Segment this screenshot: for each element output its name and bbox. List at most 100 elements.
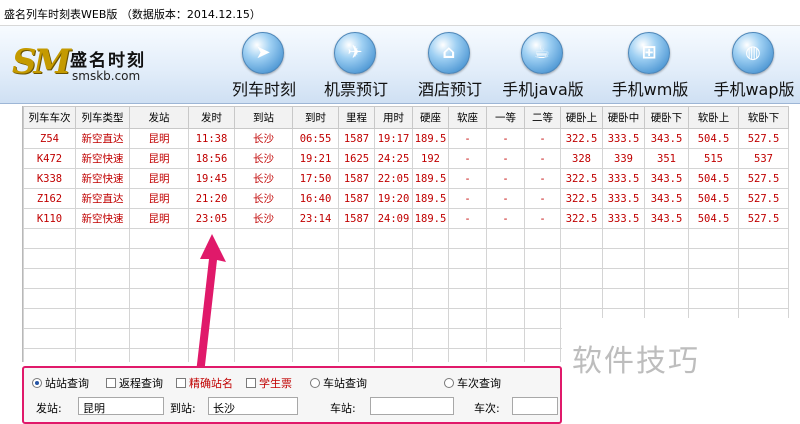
table-cell: 24:25 — [374, 148, 413, 169]
java-icon-glyph: ☕ — [533, 42, 551, 63]
empty-cell — [338, 268, 375, 289]
table-cell: 504.5 — [688, 168, 739, 189]
empty-cell — [338, 308, 375, 329]
column-header[interactable]: 硬座 — [412, 106, 449, 129]
column-header[interactable]: 到时 — [292, 106, 339, 129]
empty-cell — [374, 228, 413, 249]
table-row[interactable]: Z162 新空直达 昆明 21:20 长沙 16:40 1587 19:20 189.5- - -3… — [23, 188, 789, 209]
train-lookup-radio[interactable]: 车次查询 — [444, 375, 501, 391]
nav-item-5[interactable]: ◍ 手机wap版 — [708, 28, 800, 102]
empty-cell — [292, 228, 339, 249]
to-station-input[interactable]: 长沙 — [208, 397, 298, 415]
empty-cell — [486, 248, 525, 269]
hotel-icon: ⌂ — [428, 32, 470, 74]
table-row[interactable]: K472 新空快速 昆明 18:56 长沙 19:21 1625 24:25 192- - -328… — [23, 148, 789, 169]
empty-cell — [412, 288, 449, 309]
table-cell: 19:45 — [188, 168, 235, 189]
column-header[interactable]: 二等 — [524, 106, 561, 129]
table-cell: 23:14 — [292, 208, 339, 229]
empty-cell — [23, 268, 76, 289]
table-cell: 322.5 — [560, 168, 603, 189]
table-cell: 昆明 — [129, 168, 189, 189]
table-cell: 322.5 — [560, 188, 603, 209]
table-cell: 1587 — [338, 188, 375, 209]
annotation-arrow-icon — [196, 234, 226, 374]
table-header-row: 列车车次 列车类型 发站 发时 到站 到时 里程 用时 硬座 软座 一等 二等 硬卧上 硬卧中 硬卧下 软卧上… — [23, 106, 789, 129]
student-ticket-checkbox[interactable]: 学生票 — [246, 375, 292, 391]
station-lookup-label: 车站查询 — [323, 377, 367, 390]
empty-cell — [560, 268, 603, 289]
from-station-input[interactable]: 昆明 — [78, 397, 164, 415]
table-cell: - — [486, 208, 525, 229]
column-header[interactable]: 硬卧上 — [560, 106, 603, 129]
station-lookup-radio[interactable]: 车站查询 — [310, 375, 367, 391]
empty-row — [23, 288, 789, 309]
nav-item-4[interactable]: ⊞ 手机wm版 — [604, 28, 696, 102]
table-cell: 16:40 — [292, 188, 339, 209]
column-header[interactable]: 列车车次 — [23, 106, 76, 129]
globe-icon: ◍ — [732, 32, 774, 74]
column-header[interactable]: 硬卧中 — [602, 106, 645, 129]
table-cell: 新空直达 — [75, 128, 130, 149]
empty-cell — [75, 268, 130, 289]
table-row[interactable]: K338 新空快速 昆明 19:45 长沙 17:50 1587 22:05 189.5- - -3… — [23, 168, 789, 189]
nav-item-3[interactable]: ☕ 手机java版 — [497, 28, 589, 102]
column-header[interactable]: 软卧上 — [688, 106, 739, 129]
empty-cell — [688, 228, 739, 249]
column-header[interactable]: 软座 — [448, 106, 487, 129]
empty-cell — [129, 348, 189, 362]
empty-cell — [129, 308, 189, 329]
table-row[interactable]: Z54 新空直达 昆明 11:38 长沙 06:55 1587 19:17 189.5- - -32… — [23, 128, 789, 149]
empty-cell — [374, 308, 413, 329]
empty-cell — [524, 308, 561, 329]
exact-name-checkbox[interactable]: 精确站名 — [176, 375, 233, 391]
column-header[interactable]: 发时 — [188, 106, 235, 129]
table-cell: 328 — [560, 148, 603, 169]
column-header[interactable]: 用时 — [374, 106, 413, 129]
empty-cell — [292, 268, 339, 289]
table-cell: - — [486, 188, 525, 209]
radio-icon — [310, 378, 320, 388]
station-query-radio[interactable]: 站站查询 — [32, 375, 89, 391]
nav-item-1[interactable]: ✈ 机票预订 — [310, 28, 402, 102]
empty-cell — [524, 348, 561, 362]
table-cell: 长沙 — [234, 128, 293, 149]
table-cell: - — [448, 208, 487, 229]
table-cell: 长沙 — [234, 208, 293, 229]
table-cell: 515 — [688, 148, 739, 169]
empty-cell — [338, 248, 375, 269]
empty-cell — [486, 348, 525, 362]
empty-cell — [602, 288, 645, 309]
empty-cell — [412, 268, 449, 289]
radio-selected-icon — [32, 378, 42, 388]
table-cell: - — [524, 188, 561, 209]
column-header[interactable]: 一等 — [486, 106, 525, 129]
empty-cell — [338, 228, 375, 249]
column-header[interactable]: 软卧下 — [738, 106, 789, 129]
return-query-checkbox[interactable]: 返程查询 — [106, 375, 163, 391]
logo-name: 盛名时刻 — [70, 51, 146, 71]
empty-cell — [448, 288, 487, 309]
empty-cell — [292, 348, 339, 362]
table-row[interactable]: K110 新空快速 昆明 23:05 长沙 23:14 1587 24:09 189.5- - -3… — [23, 208, 789, 229]
column-header[interactable]: 列车类型 — [75, 106, 130, 129]
table-cell: 昆明 — [129, 148, 189, 169]
column-header[interactable]: 到站 — [234, 106, 293, 129]
table-cell: 23:05 — [188, 208, 235, 229]
column-header[interactable]: 发站 — [129, 106, 189, 129]
empty-cell — [738, 248, 789, 269]
nav-item-2[interactable]: ⌂ 酒店预订 — [404, 28, 496, 102]
empty-cell — [374, 268, 413, 289]
empty-cell — [412, 228, 449, 249]
empty-row — [23, 248, 789, 269]
train-input[interactable] — [512, 397, 558, 415]
column-header[interactable]: 里程 — [338, 106, 375, 129]
empty-cell — [738, 268, 789, 289]
station-input[interactable] — [370, 397, 454, 415]
nav-item-0[interactable]: ➤ 列车时刻 — [218, 28, 310, 102]
empty-cell — [486, 268, 525, 289]
table-cell: 343.5 — [644, 188, 689, 209]
column-header[interactable]: 硬卧下 — [644, 106, 689, 129]
table-cell: 504.5 — [688, 188, 739, 209]
table-cell: 新空直达 — [75, 188, 130, 209]
